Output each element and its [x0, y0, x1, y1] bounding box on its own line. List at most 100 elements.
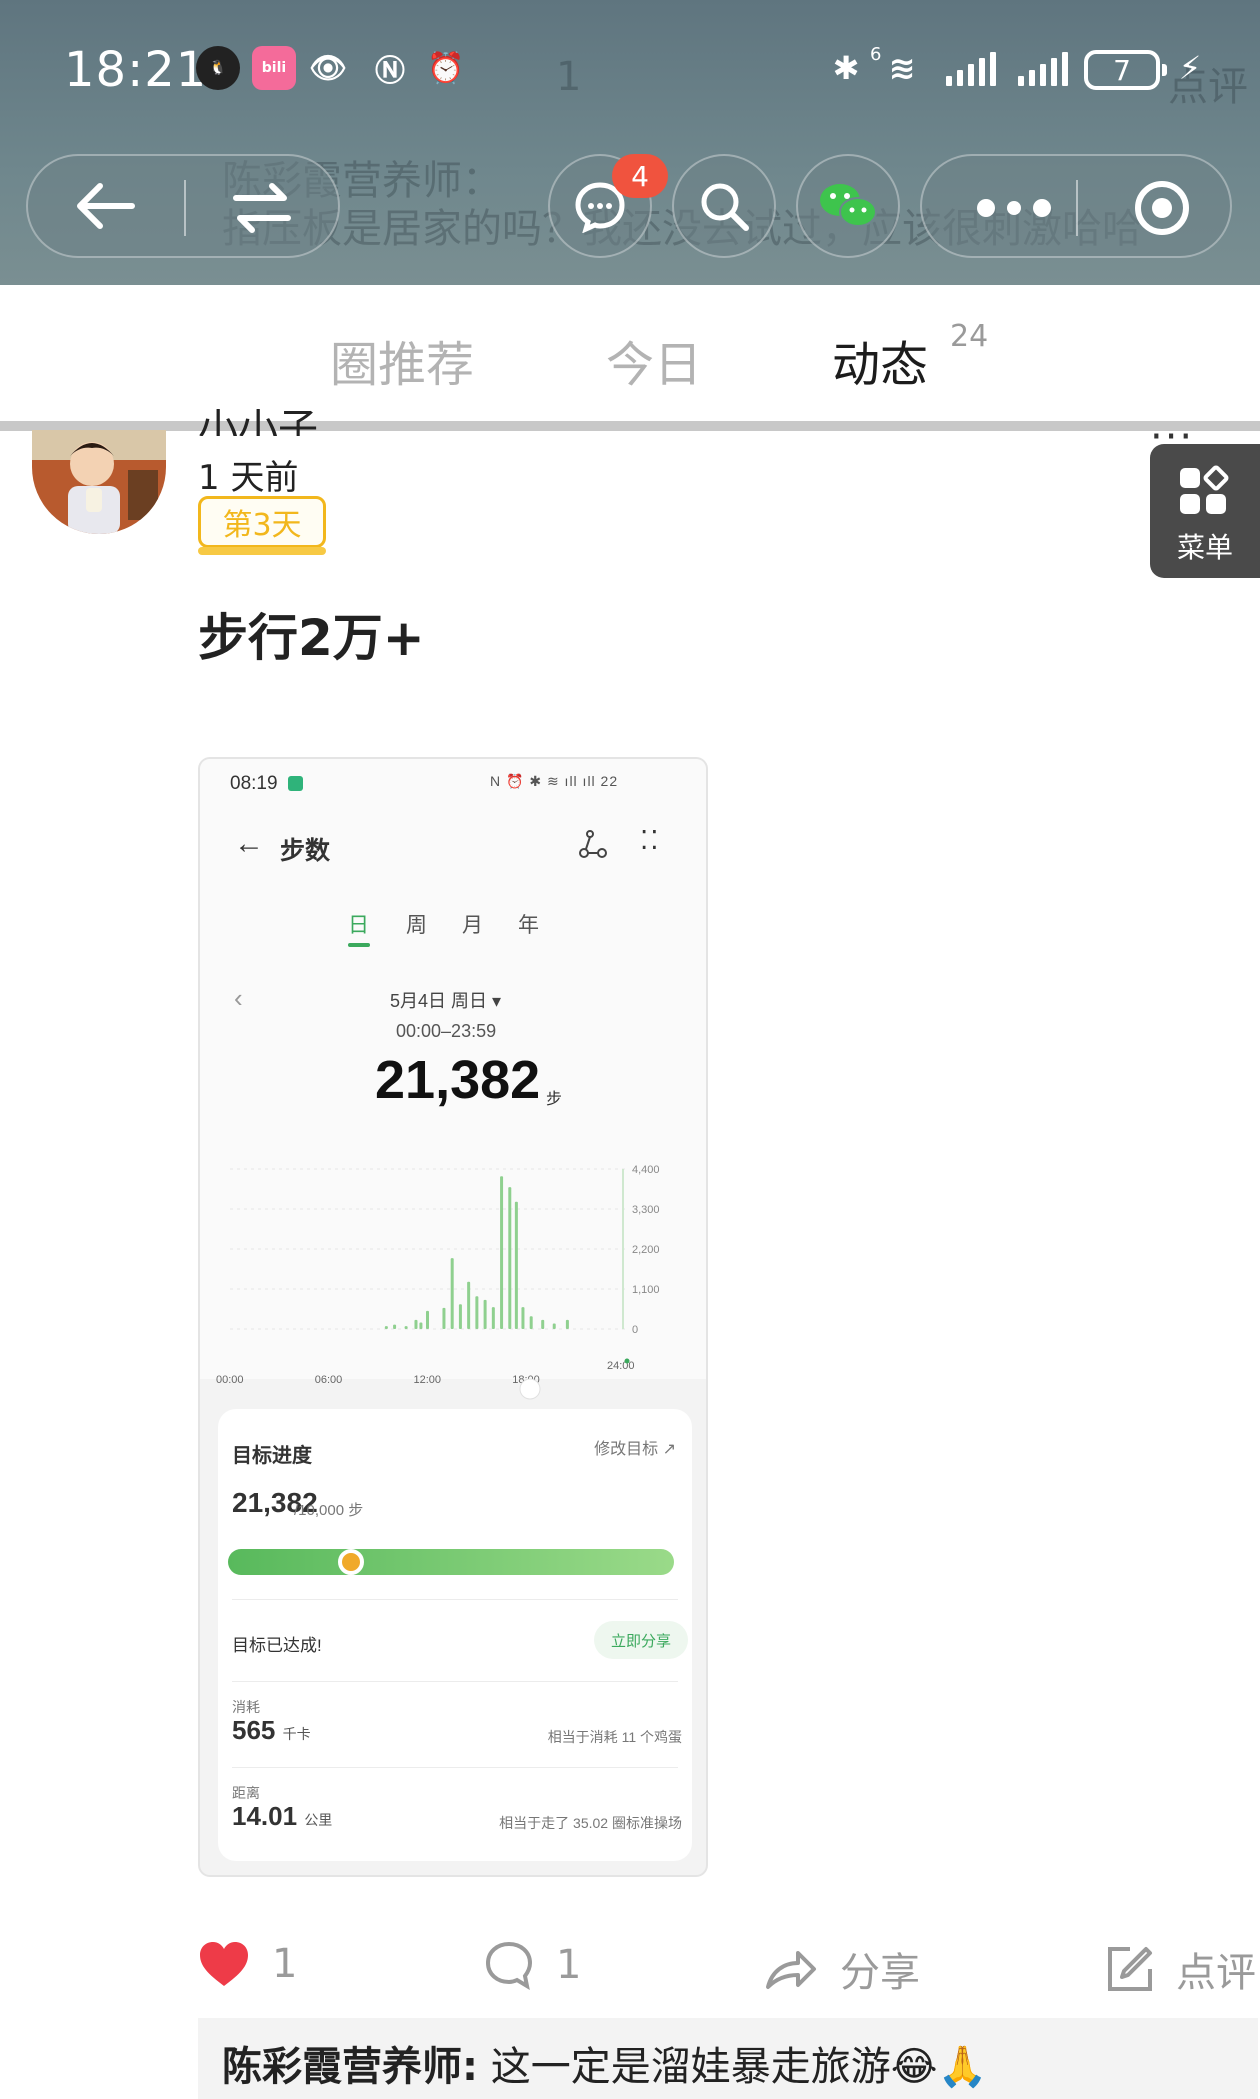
tab-circle-recommend[interactable]: 圈推荐 [330, 325, 474, 395]
side-menu-button[interactable]: 菜单 [1150, 444, 1260, 578]
avatar[interactable] [32, 430, 166, 534]
heart-icon [200, 1942, 248, 1986]
chart-bar [414, 1319, 418, 1329]
chart-x-tick: 24:00 [607, 1360, 635, 1372]
side-menu-label: 菜单 [1176, 531, 1233, 564]
calorie-unit: 千卡 [282, 1726, 311, 1742]
chart-bar [450, 1258, 454, 1329]
share-icon [766, 1951, 816, 1989]
distance-value: 14.01 公里 [232, 1801, 332, 1832]
wifi-icon: ≋ [888, 49, 916, 87]
chart-bar [514, 1201, 518, 1329]
chart-now-dot [624, 1358, 630, 1364]
alarm-icon: ⏰ [427, 50, 465, 86]
post-time: 1 天前 [198, 458, 299, 498]
share-now-button: 立即分享 [594, 1621, 688, 1659]
bluetooth-icon: ✱ [832, 49, 860, 87]
comment-button[interactable]: 1 [484, 1940, 581, 1990]
status-bar: 18:21 🐧 bili 👁 Ⓝ ⏰ ✱ ≋ 6 7 ⚡ [0, 30, 1260, 110]
chart-bar [500, 1176, 504, 1329]
calorie-number: 565 [232, 1715, 276, 1745]
review-label: 点评 [1176, 1950, 1256, 1996]
chart-scrubber-handle [519, 1378, 541, 1400]
avatar-image [32, 430, 166, 534]
share-label: 分享 [840, 1950, 920, 1996]
back-icon[interactable] [72, 176, 142, 236]
goal-card: 目标进度 修改目标 ↗ 21,382 /10,000 步 目标已达成! 立即分享… [218, 1409, 692, 1861]
chart-bar [404, 1326, 408, 1329]
img-range: 00:00–23:59 [396, 1021, 497, 1041]
charging-icon: ⚡ [1178, 49, 1202, 87]
chart-x-tick: 12:00 [414, 1374, 442, 1386]
review-button[interactable]: 点评 [1106, 1940, 1256, 1998]
chart-bar [426, 1310, 429, 1329]
top-overlay: 1 陈彩霞营养师： 指压板是居家的吗？我还没去试过，应该很刺激哈哈 点评 18:… [0, 0, 1260, 285]
img-title: 步数 [280, 837, 331, 865]
img-tab-week: 周 [406, 914, 427, 937]
search-button[interactable] [672, 154, 776, 258]
tab-dynamic[interactable]: 动态 [832, 325, 928, 395]
chart-bar [475, 1296, 479, 1329]
img-shield-icon [288, 776, 303, 791]
chart-bar [442, 1307, 446, 1329]
switch-icon[interactable] [230, 178, 294, 238]
chart-bar [419, 1322, 423, 1329]
bilibili-icon: bili [252, 46, 296, 90]
capsule-divider [1076, 180, 1078, 236]
status-time: 18:21 [64, 42, 208, 98]
chart-bar [491, 1307, 495, 1329]
tab-dynamic-count: 24 [950, 319, 989, 354]
close-mini-icon[interactable] [1132, 178, 1192, 238]
share-button[interactable]: 分享 [764, 1940, 920, 1998]
capsule-menu [920, 154, 1232, 258]
toolbar-divider [184, 180, 186, 236]
eye-icon: 👁 [308, 50, 348, 86]
comment-icon [485, 1941, 533, 1990]
chart-x-tick: 00:00 [216, 1374, 244, 1386]
comment-count: 1 [556, 1942, 582, 1988]
img-tab-indicator [348, 943, 370, 947]
menu-grid-icon [1180, 465, 1229, 514]
img-tab-day: 日 [348, 914, 369, 937]
img-tab-month: 月 [462, 914, 483, 937]
more-icon[interactable] [974, 196, 1054, 220]
distance-unit: 公里 [304, 1812, 333, 1828]
day-tag-label: 第3天 [222, 508, 302, 543]
img-date: 5月4日 周日 ▾ [390, 991, 502, 1011]
tab-today[interactable]: 今日 [606, 325, 702, 395]
battery-icon: 7 [1084, 50, 1167, 90]
chart-bar [565, 1319, 569, 1329]
chart-y-tick: 1,100 [632, 1284, 660, 1296]
post-image[interactable]: 08:19 N ⏰ ✱ ≋ ıll ıll 22 ← 步数 ⁚⁚ 日 周 月 年… [198, 757, 708, 1877]
chart-bar [458, 1304, 462, 1329]
battery-level: 7 [1113, 53, 1131, 87]
img-prev-icon: ‹ [234, 983, 243, 1013]
img-status-icons: N ⏰ ✱ ≋ ıll ıll 22 [490, 773, 619, 789]
chart-bar [508, 1187, 512, 1329]
distance-label: 距离 [232, 1785, 260, 1801]
calorie-note: 相当于消耗 11 个鸡蛋 [547, 1729, 682, 1745]
comment-author[interactable]: 陈彩霞营养师: [222, 2044, 478, 2090]
edit-icon [1108, 1947, 1152, 1991]
chart-bar [393, 1324, 397, 1329]
post-username[interactable]: 小小子 [198, 396, 318, 436]
tab-separator [0, 421, 1260, 431]
chart-y-tick: 3,300 [632, 1204, 660, 1216]
like-button[interactable]: 1 [198, 1940, 297, 1988]
comment-preview[interactable]: 陈彩霞营养师: 这一定是溜娃暴走旅游😂🙏 [198, 2018, 1258, 2099]
distance-note: 相当于走了 35.02 圈标准操场 [499, 1815, 682, 1831]
like-count: 1 [272, 1941, 298, 1987]
goal-progress-bar [228, 1549, 674, 1575]
divider [232, 1767, 678, 1768]
chart-y-tick: 0 [632, 1324, 638, 1336]
wechat-icon [820, 184, 877, 227]
chart-x-tick: 06:00 [315, 1374, 343, 1386]
goal-achieved: 目标已达成! [232, 1636, 322, 1655]
wechat-button[interactable] [796, 154, 900, 258]
post-text: 步行2万+ [198, 609, 425, 667]
chart-bar [541, 1319, 545, 1329]
goal-title: 目标进度 [232, 1445, 312, 1467]
step-chart: 4,4003,3002,2001,100000:0006:0012:0018:0… [200, 1164, 706, 1429]
edit-goal-link: 修改目标 ↗ [594, 1441, 676, 1458]
chart-bar [467, 1281, 471, 1329]
